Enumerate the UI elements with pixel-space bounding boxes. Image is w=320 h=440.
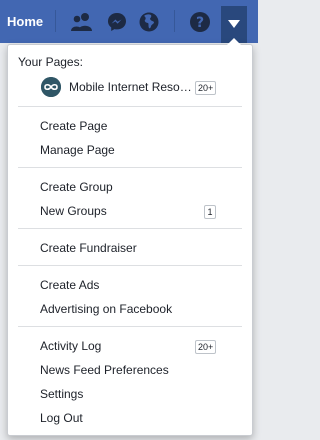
divider <box>18 265 242 266</box>
manage-page-label: Manage Page <box>40 143 115 157</box>
news-feed-preferences-label: News Feed Preferences <box>40 363 169 377</box>
page-name: Mobile Internet Resource Center <box>69 80 193 94</box>
globe-icon[interactable] <box>137 10 161 34</box>
advertising-on-facebook-item[interactable]: Advertising on Facebook <box>8 297 252 321</box>
settings-label: Settings <box>40 387 84 401</box>
advertising-on-facebook-label: Advertising on Facebook <box>40 302 173 316</box>
create-ads-label: Create Ads <box>40 278 100 292</box>
create-group-label: Create Group <box>40 180 113 194</box>
top-navigation-bar: Home ? <box>0 0 258 43</box>
divider <box>18 106 242 107</box>
friends-icon[interactable] <box>70 10 94 34</box>
activity-log-item[interactable]: Activity Log 20+ <box>8 334 252 358</box>
manage-page-item[interactable]: Manage Page <box>8 138 252 162</box>
activity-log-label: Activity Log <box>40 339 102 353</box>
divider <box>18 228 242 229</box>
settings-item[interactable]: Settings <box>8 382 252 406</box>
page-item[interactable]: Mobile Internet Resource Center 20+ <box>8 75 252 99</box>
create-page-item[interactable]: Create Page <box>8 114 252 138</box>
divider <box>18 167 242 168</box>
new-groups-badge: 1 <box>204 205 216 219</box>
create-ads-item[interactable]: Create Ads <box>8 273 252 297</box>
activity-log-badge: 20+ <box>195 340 217 354</box>
divider <box>55 10 56 32</box>
news-feed-preferences-item[interactable]: News Feed Preferences <box>8 358 252 382</box>
log-out-item[interactable]: Log Out <box>8 406 252 430</box>
create-group-item[interactable]: Create Group <box>8 175 252 199</box>
create-page-label: Create Page <box>40 119 108 133</box>
messenger-icon[interactable] <box>105 10 129 34</box>
create-fundraiser-label: Create Fundraiser <box>40 241 137 255</box>
home-link[interactable]: Home <box>7 14 43 29</box>
menu-pointer <box>227 38 241 45</box>
your-pages-heading: Your Pages: <box>18 55 83 69</box>
svg-text:?: ? <box>196 15 204 31</box>
divider <box>174 10 175 32</box>
create-fundraiser-item[interactable]: Create Fundraiser <box>8 236 252 260</box>
divider <box>18 326 242 327</box>
page-avatar <box>41 77 61 97</box>
new-groups-label: New Groups <box>40 204 107 218</box>
account-dropdown-menu: Your Pages: Mobile Internet Resource Cen… <box>7 38 253 436</box>
help-icon[interactable]: ? <box>188 10 212 34</box>
log-out-label: Log Out <box>40 411 83 425</box>
infinity-logo-icon <box>41 77 61 97</box>
page-notification-badge: 20+ <box>195 81 217 95</box>
new-groups-item[interactable]: New Groups 1 <box>8 199 252 223</box>
caret-down-icon <box>228 20 240 28</box>
